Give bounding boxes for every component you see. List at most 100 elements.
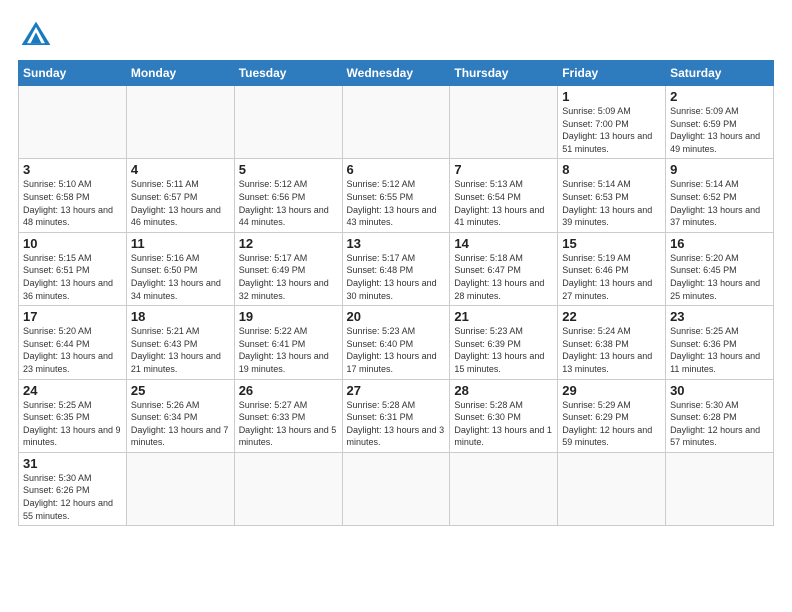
day-number: 18 (131, 309, 230, 324)
calendar-cell: 16Sunrise: 5:20 AM Sunset: 6:45 PM Dayli… (666, 232, 774, 305)
calendar-cell: 9Sunrise: 5:14 AM Sunset: 6:52 PM Daylig… (666, 159, 774, 232)
calendar-week-3: 10Sunrise: 5:15 AM Sunset: 6:51 PM Dayli… (19, 232, 774, 305)
calendar-cell: 1Sunrise: 5:09 AM Sunset: 7:00 PM Daylig… (558, 86, 666, 159)
calendar-week-6: 31Sunrise: 5:30 AM Sunset: 6:26 PM Dayli… (19, 452, 774, 525)
day-number: 29 (562, 383, 661, 398)
day-number: 11 (131, 236, 230, 251)
calendar-cell: 13Sunrise: 5:17 AM Sunset: 6:48 PM Dayli… (342, 232, 450, 305)
calendar-cell: 15Sunrise: 5:19 AM Sunset: 6:46 PM Dayli… (558, 232, 666, 305)
day-info: Sunrise: 5:13 AM Sunset: 6:54 PM Dayligh… (454, 178, 553, 228)
calendar-cell: 30Sunrise: 5:30 AM Sunset: 6:28 PM Dayli… (666, 379, 774, 452)
calendar: SundayMondayTuesdayWednesdayThursdayFrid… (18, 60, 774, 526)
weekday-header-sunday: Sunday (19, 61, 127, 86)
calendar-cell: 11Sunrise: 5:16 AM Sunset: 6:50 PM Dayli… (126, 232, 234, 305)
calendar-cell: 25Sunrise: 5:26 AM Sunset: 6:34 PM Dayli… (126, 379, 234, 452)
calendar-cell: 28Sunrise: 5:28 AM Sunset: 6:30 PM Dayli… (450, 379, 558, 452)
calendar-cell: 17Sunrise: 5:20 AM Sunset: 6:44 PM Dayli… (19, 306, 127, 379)
day-info: Sunrise: 5:15 AM Sunset: 6:51 PM Dayligh… (23, 252, 122, 302)
day-info: Sunrise: 5:24 AM Sunset: 6:38 PM Dayligh… (562, 325, 661, 375)
calendar-cell: 29Sunrise: 5:29 AM Sunset: 6:29 PM Dayli… (558, 379, 666, 452)
day-info: Sunrise: 5:14 AM Sunset: 6:52 PM Dayligh… (670, 178, 769, 228)
weekday-header-friday: Friday (558, 61, 666, 86)
day-number: 19 (239, 309, 338, 324)
calendar-cell: 8Sunrise: 5:14 AM Sunset: 6:53 PM Daylig… (558, 159, 666, 232)
day-number: 5 (239, 162, 338, 177)
day-info: Sunrise: 5:25 AM Sunset: 6:36 PM Dayligh… (670, 325, 769, 375)
calendar-cell (234, 452, 342, 525)
day-info: Sunrise: 5:21 AM Sunset: 6:43 PM Dayligh… (131, 325, 230, 375)
day-info: Sunrise: 5:23 AM Sunset: 6:40 PM Dayligh… (347, 325, 446, 375)
day-number: 21 (454, 309, 553, 324)
calendar-cell (450, 452, 558, 525)
day-number: 23 (670, 309, 769, 324)
calendar-week-4: 17Sunrise: 5:20 AM Sunset: 6:44 PM Dayli… (19, 306, 774, 379)
calendar-cell: 5Sunrise: 5:12 AM Sunset: 6:56 PM Daylig… (234, 159, 342, 232)
day-info: Sunrise: 5:17 AM Sunset: 6:49 PM Dayligh… (239, 252, 338, 302)
page: SundayMondayTuesdayWednesdayThursdayFrid… (0, 0, 792, 536)
day-number: 25 (131, 383, 230, 398)
day-number: 27 (347, 383, 446, 398)
calendar-cell: 14Sunrise: 5:18 AM Sunset: 6:47 PM Dayli… (450, 232, 558, 305)
day-number: 4 (131, 162, 230, 177)
calendar-cell: 24Sunrise: 5:25 AM Sunset: 6:35 PM Dayli… (19, 379, 127, 452)
day-number: 30 (670, 383, 769, 398)
day-info: Sunrise: 5:30 AM Sunset: 6:26 PM Dayligh… (23, 472, 122, 522)
day-number: 26 (239, 383, 338, 398)
day-number: 15 (562, 236, 661, 251)
calendar-cell (666, 452, 774, 525)
weekday-header-thursday: Thursday (450, 61, 558, 86)
day-number: 22 (562, 309, 661, 324)
weekday-header-wednesday: Wednesday (342, 61, 450, 86)
calendar-cell: 6Sunrise: 5:12 AM Sunset: 6:55 PM Daylig… (342, 159, 450, 232)
calendar-cell: 4Sunrise: 5:11 AM Sunset: 6:57 PM Daylig… (126, 159, 234, 232)
day-info: Sunrise: 5:09 AM Sunset: 7:00 PM Dayligh… (562, 105, 661, 155)
calendar-cell (558, 452, 666, 525)
day-number: 6 (347, 162, 446, 177)
weekday-header-tuesday: Tuesday (234, 61, 342, 86)
day-number: 17 (23, 309, 122, 324)
day-info: Sunrise: 5:09 AM Sunset: 6:59 PM Dayligh… (670, 105, 769, 155)
calendar-week-5: 24Sunrise: 5:25 AM Sunset: 6:35 PM Dayli… (19, 379, 774, 452)
calendar-cell: 12Sunrise: 5:17 AM Sunset: 6:49 PM Dayli… (234, 232, 342, 305)
logo-icon (18, 18, 54, 54)
weekday-row: SundayMondayTuesdayWednesdayThursdayFrid… (19, 61, 774, 86)
day-number: 2 (670, 89, 769, 104)
day-number: 20 (347, 309, 446, 324)
day-info: Sunrise: 5:14 AM Sunset: 6:53 PM Dayligh… (562, 178, 661, 228)
day-number: 7 (454, 162, 553, 177)
calendar-cell (450, 86, 558, 159)
day-info: Sunrise: 5:29 AM Sunset: 6:29 PM Dayligh… (562, 399, 661, 449)
day-info: Sunrise: 5:28 AM Sunset: 6:31 PM Dayligh… (347, 399, 446, 449)
day-info: Sunrise: 5:12 AM Sunset: 6:56 PM Dayligh… (239, 178, 338, 228)
day-number: 1 (562, 89, 661, 104)
calendar-cell: 2Sunrise: 5:09 AM Sunset: 6:59 PM Daylig… (666, 86, 774, 159)
day-number: 24 (23, 383, 122, 398)
day-info: Sunrise: 5:10 AM Sunset: 6:58 PM Dayligh… (23, 178, 122, 228)
day-info: Sunrise: 5:11 AM Sunset: 6:57 PM Dayligh… (131, 178, 230, 228)
day-info: Sunrise: 5:20 AM Sunset: 6:45 PM Dayligh… (670, 252, 769, 302)
calendar-cell: 7Sunrise: 5:13 AM Sunset: 6:54 PM Daylig… (450, 159, 558, 232)
day-number: 10 (23, 236, 122, 251)
day-info: Sunrise: 5:20 AM Sunset: 6:44 PM Dayligh… (23, 325, 122, 375)
weekday-header-monday: Monday (126, 61, 234, 86)
calendar-body: 1Sunrise: 5:09 AM Sunset: 7:00 PM Daylig… (19, 86, 774, 526)
day-info: Sunrise: 5:22 AM Sunset: 6:41 PM Dayligh… (239, 325, 338, 375)
day-info: Sunrise: 5:26 AM Sunset: 6:34 PM Dayligh… (131, 399, 230, 449)
calendar-cell (234, 86, 342, 159)
day-number: 16 (670, 236, 769, 251)
day-number: 31 (23, 456, 122, 471)
day-number: 8 (562, 162, 661, 177)
calendar-cell: 3Sunrise: 5:10 AM Sunset: 6:58 PM Daylig… (19, 159, 127, 232)
day-number: 9 (670, 162, 769, 177)
calendar-cell (126, 452, 234, 525)
calendar-cell: 21Sunrise: 5:23 AM Sunset: 6:39 PM Dayli… (450, 306, 558, 379)
calendar-week-2: 3Sunrise: 5:10 AM Sunset: 6:58 PM Daylig… (19, 159, 774, 232)
logo (18, 18, 58, 54)
calendar-cell: 18Sunrise: 5:21 AM Sunset: 6:43 PM Dayli… (126, 306, 234, 379)
day-number: 12 (239, 236, 338, 251)
calendar-cell: 27Sunrise: 5:28 AM Sunset: 6:31 PM Dayli… (342, 379, 450, 452)
day-info: Sunrise: 5:28 AM Sunset: 6:30 PM Dayligh… (454, 399, 553, 449)
calendar-cell: 23Sunrise: 5:25 AM Sunset: 6:36 PM Dayli… (666, 306, 774, 379)
calendar-header: SundayMondayTuesdayWednesdayThursdayFrid… (19, 61, 774, 86)
day-number: 13 (347, 236, 446, 251)
